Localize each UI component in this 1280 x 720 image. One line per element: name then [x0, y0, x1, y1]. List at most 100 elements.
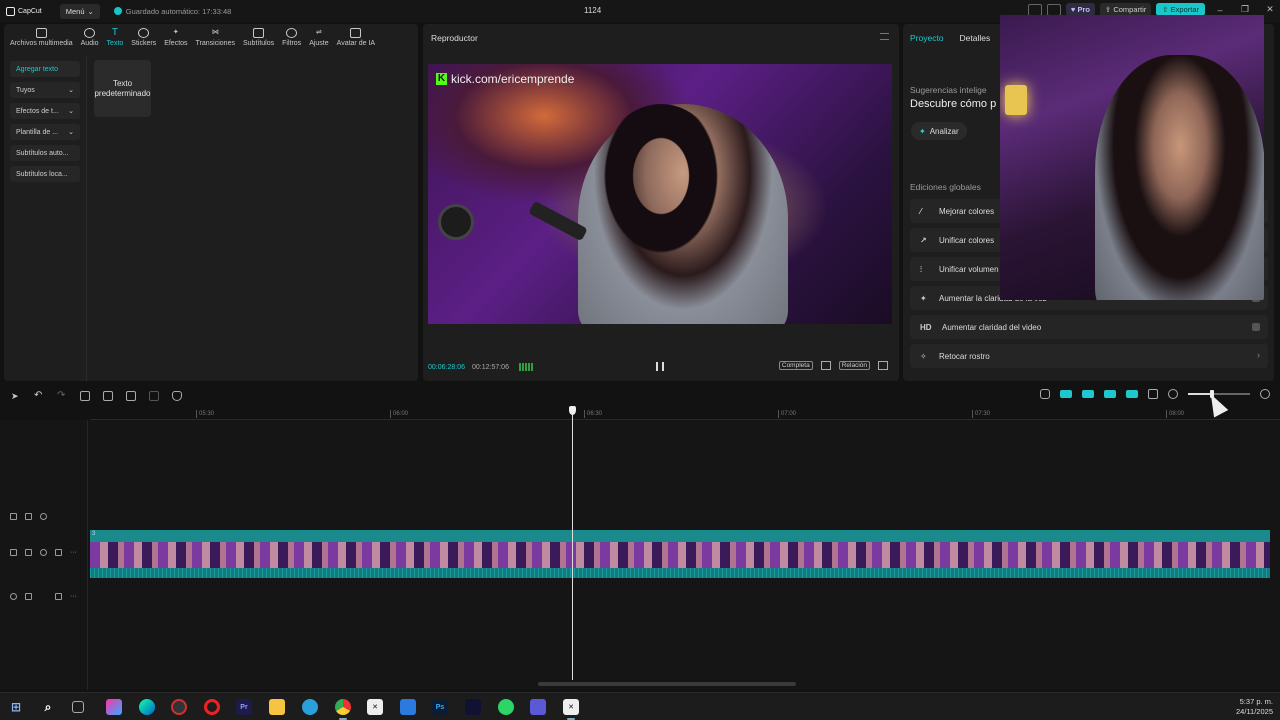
sidebar-item-add-text[interactable]: Agregar texto [10, 61, 80, 77]
undo-icon[interactable]: ↶ [34, 391, 44, 401]
marker-icon[interactable] [172, 391, 182, 401]
edge-icon[interactable] [139, 699, 155, 715]
text-sidebar: Agregar texto Tuyos ⌄ Efectos de t... ⌄ Pl… [4, 56, 87, 381]
redo-icon[interactable]: ↷ [57, 391, 67, 401]
chrome-dev-icon[interactable] [171, 699, 187, 715]
speaker-icon[interactable] [55, 549, 62, 556]
windows-start-icon[interactable]: ⊞ [8, 699, 24, 715]
analyze-button[interactable]: ✦ Analizar [911, 122, 967, 140]
linkage-icon[interactable] [1104, 390, 1116, 398]
file-explorer-icon[interactable] [269, 699, 285, 715]
whatsapp-icon[interactable] [498, 699, 514, 715]
autosave-text: Guardado automático: 17:33:48 [125, 6, 232, 16]
sidebar-item-local-captions[interactable]: Subtítulos loca... [10, 166, 80, 182]
waveform-icon[interactable] [518, 363, 533, 371]
split-left-icon[interactable] [103, 391, 113, 401]
stream-overlay: K kick.com/ericemprende [436, 72, 574, 86]
teams-icon[interactable] [530, 699, 546, 715]
tab-subtitles[interactable]: Subtítulos [239, 28, 278, 54]
default-text-preset[interactable]: Texto predeterminado [94, 60, 151, 117]
chrome-icon[interactable] [335, 699, 351, 720]
split-right-icon[interactable] [126, 391, 136, 401]
tab-project[interactable]: Proyecto [910, 33, 944, 43]
audio-track-header: ··· [10, 593, 77, 600]
sidebar-item-auto-captions[interactable]: Subtítulos auto... [10, 145, 80, 161]
menu-button[interactable]: Menú ⌄ [59, 3, 100, 19]
time-ruler[interactable]: 05:30 06:00 06:30 07:00 07:30 08:00 [90, 406, 1280, 420]
video-clarity-toggle[interactable] [1252, 323, 1260, 331]
video-clarity-row[interactable]: HD Aumentar claridad del video [910, 315, 1268, 339]
tab-label: Transiciones [195, 40, 235, 47]
playhead[interactable] [572, 406, 573, 680]
select-tool-icon[interactable]: ➤ [11, 391, 21, 401]
app-icon[interactable] [465, 699, 481, 715]
video-clip-header[interactable]: 3 [90, 530, 1270, 542]
mail-icon[interactable] [400, 699, 416, 715]
retouch-face-row[interactable]: ✧ Retocar rostro › [910, 344, 1268, 368]
system-clock[interactable]: 5:37 p. m. 24/11/2025 [1236, 697, 1273, 717]
caption-track-icon[interactable] [1148, 389, 1158, 399]
video-clip-thumbnails[interactable] [90, 542, 1270, 568]
tab-text[interactable]: T Texto [103, 28, 128, 54]
ruler-tick: 05:30 [196, 410, 214, 418]
minimize-icon[interactable]: – [1210, 5, 1230, 15]
task-view-icon[interactable] [72, 701, 84, 713]
pause-icon[interactable] [656, 362, 664, 371]
close-icon[interactable]: ✕ [1260, 4, 1280, 15]
speaker-icon[interactable] [55, 593, 62, 600]
sidebar-item-yours[interactable]: Tuyos ⌄ [10, 82, 80, 98]
shortcuts-icon[interactable] [1046, 3, 1061, 16]
auto-snap-icon[interactable] [1082, 390, 1094, 398]
opera-icon[interactable] [204, 699, 220, 715]
layout-icon[interactable] [1027, 3, 1042, 16]
zoom-in-icon[interactable] [1260, 389, 1270, 399]
snapshot-icon[interactable] [820, 361, 831, 370]
maximize-icon[interactable]: ❐ [1235, 4, 1255, 15]
project-title[interactable]: 1124 [584, 6, 601, 15]
search-icon[interactable]: ⌕ [40, 699, 56, 715]
capcut-icon[interactable]: ✕ [367, 699, 383, 715]
eye-icon[interactable] [40, 513, 47, 520]
tab-effects[interactable]: ✦ Efectos [160, 28, 191, 54]
photoshop-icon[interactable]: Ps [432, 699, 448, 715]
split-icon[interactable] [80, 391, 90, 401]
capcut-active-icon[interactable]: ✕ [563, 699, 579, 720]
more-options-icon[interactable]: ··· [70, 549, 77, 556]
copilot-icon[interactable] [106, 699, 122, 715]
ratio-button[interactable]: Relación [838, 361, 870, 370]
tab-media[interactable]: Archivos multimedia [6, 28, 77, 54]
preview-axis-icon[interactable] [1126, 390, 1138, 398]
tab-transitions[interactable]: ⋈ Transiciones [192, 28, 239, 54]
premiere-icon[interactable]: Pr [236, 699, 252, 715]
pro-label: Pro [1077, 5, 1090, 14]
telegram-icon[interactable] [302, 699, 318, 715]
sidebar-item-text-effects[interactable]: Efectos de t... ⌄ [10, 103, 80, 119]
share-label: Compartir [1113, 5, 1147, 14]
tab-ai-avatar[interactable]: Avatar de IA [333, 28, 379, 54]
hamburger-menu-icon[interactable] [880, 33, 889, 40]
tab-stickers[interactable]: Stickers [127, 28, 160, 54]
sidebar-item-templates[interactable]: Plantilla de ... ⌄ [10, 124, 80, 140]
delete-icon[interactable] [149, 391, 159, 401]
full-quality-button[interactable]: Completa [778, 361, 813, 370]
playhead-handle[interactable] [569, 406, 576, 415]
horizontal-scrollbar[interactable] [538, 682, 796, 686]
video-preview[interactable]: K kick.com/ericemprende [428, 64, 892, 324]
sidebar-item-label: Tuyos [16, 86, 35, 94]
main-track-magnet-icon[interactable] [1060, 390, 1072, 398]
lock-icon[interactable] [25, 593, 32, 600]
zoom-out-icon[interactable] [1168, 389, 1178, 399]
microphone-icon[interactable] [1040, 389, 1050, 399]
edit-label: Mejorar colores [939, 206, 995, 216]
tab-details[interactable]: Detalles [960, 33, 991, 43]
lock-icon[interactable] [25, 549, 32, 556]
lock-icon[interactable] [25, 513, 32, 520]
tab-adjust[interactable]: ⇌ Ajuste [305, 28, 332, 54]
eye-icon[interactable] [40, 549, 47, 556]
video-clip-waveform[interactable] [90, 568, 1270, 578]
tab-filters[interactable]: Filtros [278, 28, 305, 54]
tab-audio[interactable]: Audio [77, 28, 103, 54]
fullscreen-icon[interactable] [878, 361, 888, 370]
more-options-icon[interactable]: ··· [70, 593, 77, 600]
clock-time: 5:37 p. m. [1239, 697, 1273, 706]
